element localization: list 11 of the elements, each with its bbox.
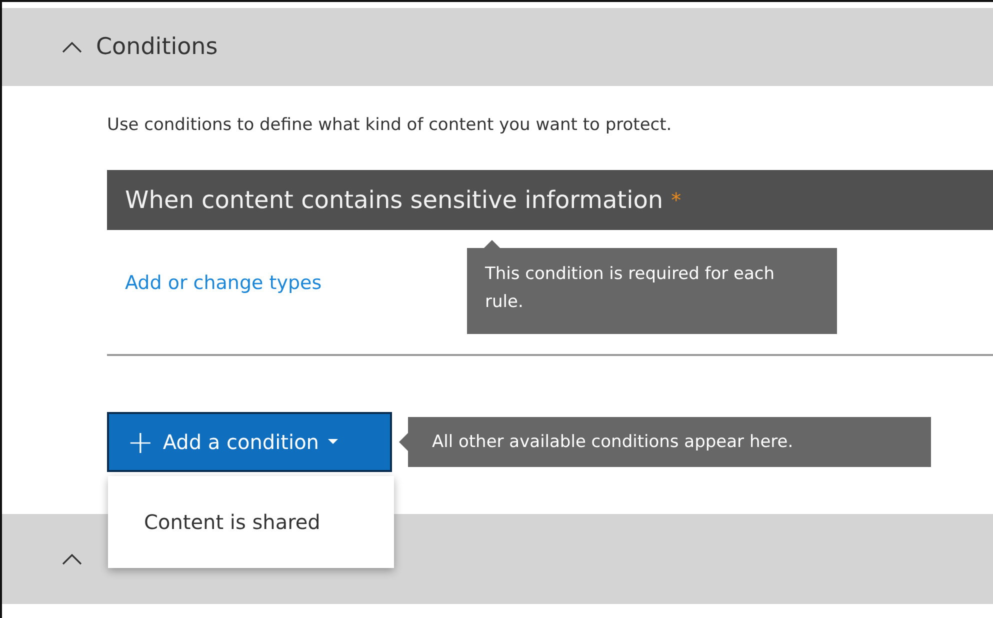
tooltip-text: All other available conditions appear here. bbox=[432, 432, 794, 452]
required-mark: * bbox=[671, 188, 682, 212]
tooltip-text: This condition is required for each rule. bbox=[485, 264, 775, 312]
add-types-link[interactable]: Add or change types bbox=[125, 272, 322, 332]
caret-icon bbox=[328, 439, 338, 445]
description-text: Use conditions to define what kind of content you want to protect. bbox=[107, 114, 673, 137]
section-title: Conditions bbox=[96, 34, 218, 60]
section-header[interactable]: Conditions bbox=[2, 8, 993, 86]
condition-title: When content contains sensitive information bbox=[125, 186, 664, 214]
menu-item[interactable]: Content is shared bbox=[108, 510, 394, 534]
add-condition-button[interactable]: + Add a condition bbox=[107, 412, 392, 472]
